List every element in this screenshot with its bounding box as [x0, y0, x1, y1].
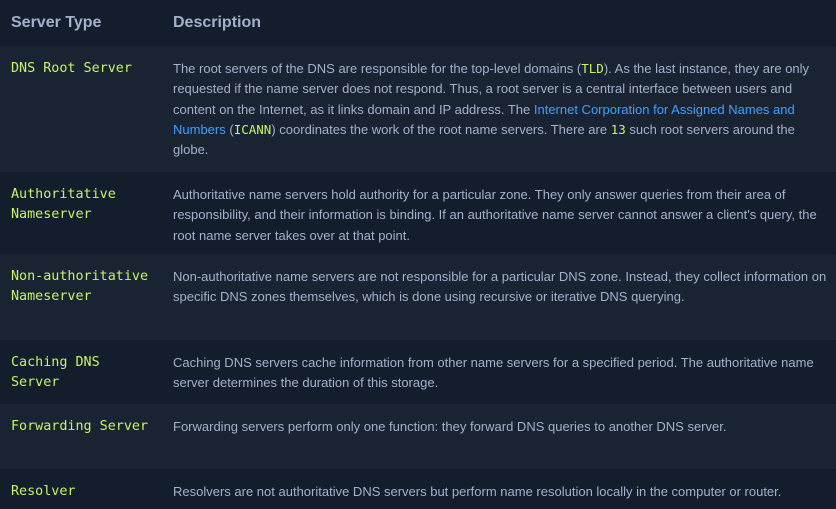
table-row: Forwarding Server Forwarding servers per…	[0, 404, 836, 469]
inline-code-icann: ICANN	[233, 121, 272, 137]
server-type-cell: Caching DNS Server	[0, 340, 162, 404]
column-header-description: Description	[162, 0, 836, 46]
server-type-cell: DNS Root Server	[0, 46, 162, 172]
description-cell: Caching DNS servers cache information fr…	[162, 340, 836, 404]
table-row: Non-authoritative Nameserver Non-authori…	[0, 254, 836, 340]
server-type-cell: Forwarding Server	[0, 404, 162, 469]
inline-code-count: 13	[610, 121, 626, 137]
dns-server-types-table: Server Type Description DNS Root Server …	[0, 0, 836, 509]
table-row: Authoritative Nameserver Authoritative n…	[0, 172, 836, 254]
table-row: Caching DNS Server Caching DNS servers c…	[0, 340, 836, 404]
table-header-row: Server Type Description	[0, 0, 836, 46]
description-text: (	[225, 121, 234, 137]
description-text: The root servers of the DNS are responsi…	[173, 61, 582, 76]
description-cell: Resolvers are not authoritative DNS serv…	[162, 469, 836, 509]
server-type-cell: Resolver	[0, 469, 162, 509]
server-type-cell: Non-authoritative Nameserver	[0, 254, 162, 340]
table-row: Resolver Resolvers are not authoritative…	[0, 469, 836, 509]
description-cell: Authoritative name servers hold authorit…	[162, 172, 836, 254]
description-text: ) coordinates the work of the root name …	[271, 121, 611, 137]
inline-code-tld: TLD	[581, 61, 604, 76]
table-row: DNS Root Server The root servers of the …	[0, 46, 836, 172]
column-header-server-type: Server Type	[0, 0, 162, 46]
description-cell: Non-authoritative name servers are not r…	[162, 254, 836, 340]
description-cell: Forwarding servers perform only one func…	[162, 404, 836, 469]
description-cell: The root servers of the DNS are responsi…	[162, 46, 836, 172]
server-type-cell: Authoritative Nameserver	[0, 172, 162, 254]
